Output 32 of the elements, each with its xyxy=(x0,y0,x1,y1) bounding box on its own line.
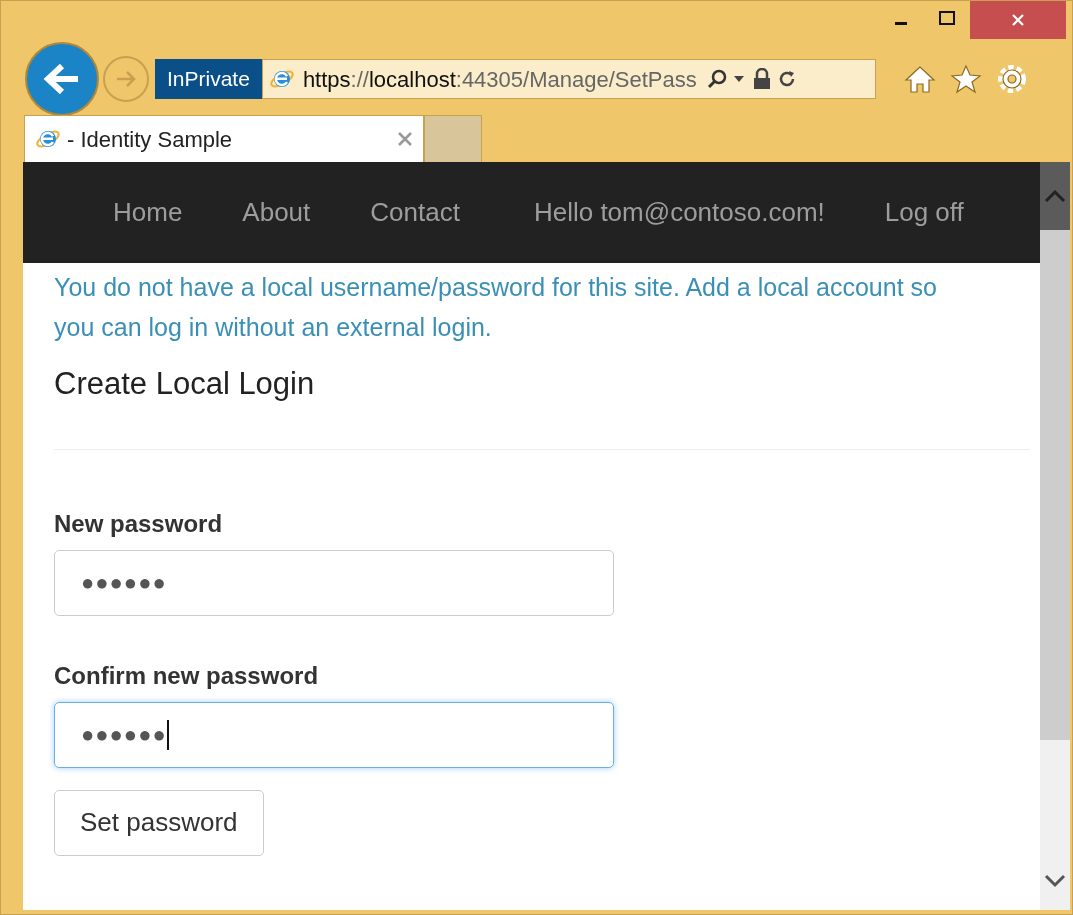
close-icon xyxy=(1011,13,1025,27)
scrollbar[interactable] xyxy=(1040,162,1070,910)
browser-tab[interactable]: - Identity Sample xyxy=(24,115,424,162)
minimize-icon xyxy=(895,21,907,25)
scroll-up-icon[interactable] xyxy=(1044,189,1066,203)
url-text: https://localhost:44305/Manage/SetPass xyxy=(302,65,697,94)
form-heading: Create Local Login xyxy=(54,365,316,403)
nav-link[interactable]: About xyxy=(242,193,311,232)
dropdown-caret-icon[interactable] xyxy=(732,75,745,83)
close-tab-icon[interactable] xyxy=(397,131,413,147)
maximize-icon xyxy=(939,11,955,25)
password-field[interactable]: ●●●●●● xyxy=(54,549,614,616)
nav-link[interactable]: Hello tom@contoso.com! xyxy=(533,193,825,232)
info-message: You do not have a local username/password for this site. Add a local account so you can log in without an external login. xyxy=(54,272,938,343)
inprivate-badge: InPrivate xyxy=(155,59,262,99)
field-label: New password xyxy=(54,508,224,539)
star-icon[interactable] xyxy=(949,64,982,94)
nav-link[interactable]: Contact xyxy=(370,193,460,232)
nav-link[interactable]: Log off xyxy=(884,193,964,232)
home-icon[interactable] xyxy=(903,64,936,94)
scroll-down-icon[interactable] xyxy=(1044,874,1066,888)
settings-icon[interactable] xyxy=(995,63,1028,95)
address-bar[interactable]: https://localhost:44305/Manage/SetPass xyxy=(261,59,876,99)
password-field[interactable]: ●●●●●● xyxy=(54,701,614,768)
field-label: Confirm new password xyxy=(54,660,320,691)
text-caret xyxy=(166,719,169,750)
lock-icon xyxy=(752,68,771,90)
right-arrow-icon xyxy=(114,69,138,89)
set-password-button[interactable]: Set password xyxy=(54,789,264,856)
nav-link[interactable]: Home xyxy=(113,193,183,232)
tab-title: - Identity Sample xyxy=(67,125,234,154)
scrollbar-thumb[interactable] xyxy=(1040,230,1070,740)
